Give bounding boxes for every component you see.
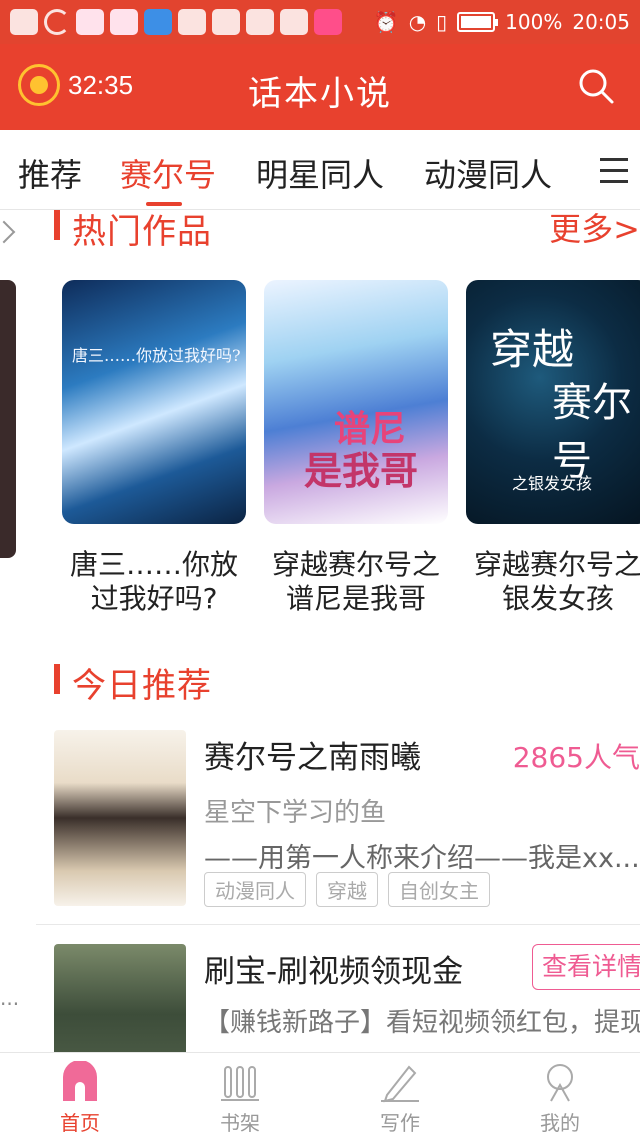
view-details-button[interactable]: 查看详情 [532,944,640,990]
bookshelf-icon [221,1066,259,1101]
notification-icons [10,9,342,35]
nav-label: 写作 [380,1111,420,1135]
book-title[interactable]: 穿越赛尔号之谱尼是我哥 [264,548,448,616]
author-name: 星空下学习的鱼 [204,798,387,828]
book-title[interactable]: 唐三……你放过我好吗? [62,548,246,616]
no-sim-icon: ▯ [436,10,448,34]
popularity-count: 2865人气 [512,741,640,774]
nav-bookshelf[interactable]: 书架 [200,1061,280,1136]
tab-seer[interactable]: 赛尔号 [120,150,216,196]
tag-list: 动漫同人 穿越 自创女主 [204,872,490,907]
book-cover[interactable]: 穿越 赛尔号 之银发女孩 [466,280,640,524]
send-icon [144,9,172,35]
cover-caption: 赛尔号 [552,380,632,484]
divider [36,924,640,925]
section-marker [54,664,60,694]
tag[interactable]: 自创女主 [388,872,490,907]
book-title[interactable]: 赛尔号之南雨曦 [204,732,421,777]
ad-title[interactable]: 刷宝-刷视频领现金 [204,946,463,991]
chat-icon [314,9,342,35]
profile-icon [547,1064,573,1102]
bird-icon [178,9,206,35]
book-cover[interactable]: 谱尼 是我哥 [264,280,448,524]
nav-label: 书架 [220,1111,260,1135]
book-cover[interactable] [54,730,186,906]
nav-write[interactable]: 写作 [360,1061,440,1136]
menu-icon[interactable] [600,158,628,183]
section-marker [54,210,60,240]
tab-star-fanfic[interactable]: 明星同人 [256,150,384,196]
battery-percent: 100% [505,10,563,34]
book-description: ——用第一人称来介绍——我是xx... [204,843,640,874]
search-icon[interactable] [576,66,616,106]
more-link[interactable]: 更多> [549,204,640,250]
book-title[interactable]: 穿越赛尔号之银发女孩 [466,548,640,616]
tag[interactable]: 动漫同人 [204,872,306,907]
bottom-nav: 首页 书架 写作 我的 [0,1052,640,1138]
book-cover[interactable]: 唐三……你放过我好吗? [62,280,246,524]
tab-anime-fanfic[interactable]: 动漫同人 [424,150,552,196]
tag[interactable]: 穿越 [316,872,378,907]
shopping-bag-icon [76,9,104,35]
home-icon [63,1061,97,1101]
more-dots-icon: ··· [0,992,20,1016]
alarm-icon: ⏰ [373,10,399,34]
tab-recommend[interactable]: 推荐 [18,150,82,196]
rocket-icon [280,9,308,35]
app-title: 话本小说 [248,74,392,114]
battery-icon [457,12,499,32]
wifi-icon: ◔ [408,10,427,34]
bird-icon [246,9,274,35]
shopping-bag-icon [110,9,138,35]
nav-home[interactable]: 首页 [40,1061,120,1136]
cover-caption: 穿越 [490,325,575,374]
nav-label: 我的 [540,1111,580,1135]
cover-caption: 是我哥 [304,448,419,493]
nav-profile[interactable]: 我的 [520,1061,600,1136]
sync-icon [44,9,70,35]
chevron-left-icon[interactable] [0,220,16,244]
clock: 20:05 [572,10,630,34]
pen-icon [381,1065,419,1103]
book-cover-peek[interactable] [0,280,16,558]
hot-section-title: 热门作品 [72,212,212,252]
status-bar: ⏰ ◔ ▯ 100% 20:05 [0,0,640,44]
ad-description: 【赚钱新路子】看短视频领红包，提现秒到账，快來强推！ [204,1008,640,1038]
today-section-title: 今日推荐 [72,666,212,706]
category-tabs: 推荐 赛尔号 明星同人 动漫同人 [0,130,640,210]
nav-label: 首页 [60,1111,100,1135]
cover-caption: 唐三……你放过我好吗? [72,346,241,365]
cover-caption: 之银发女孩 [512,474,593,493]
app-header: 32:35 话本小说 [0,44,640,130]
bird-icon [212,9,240,35]
message-icon [10,9,38,35]
